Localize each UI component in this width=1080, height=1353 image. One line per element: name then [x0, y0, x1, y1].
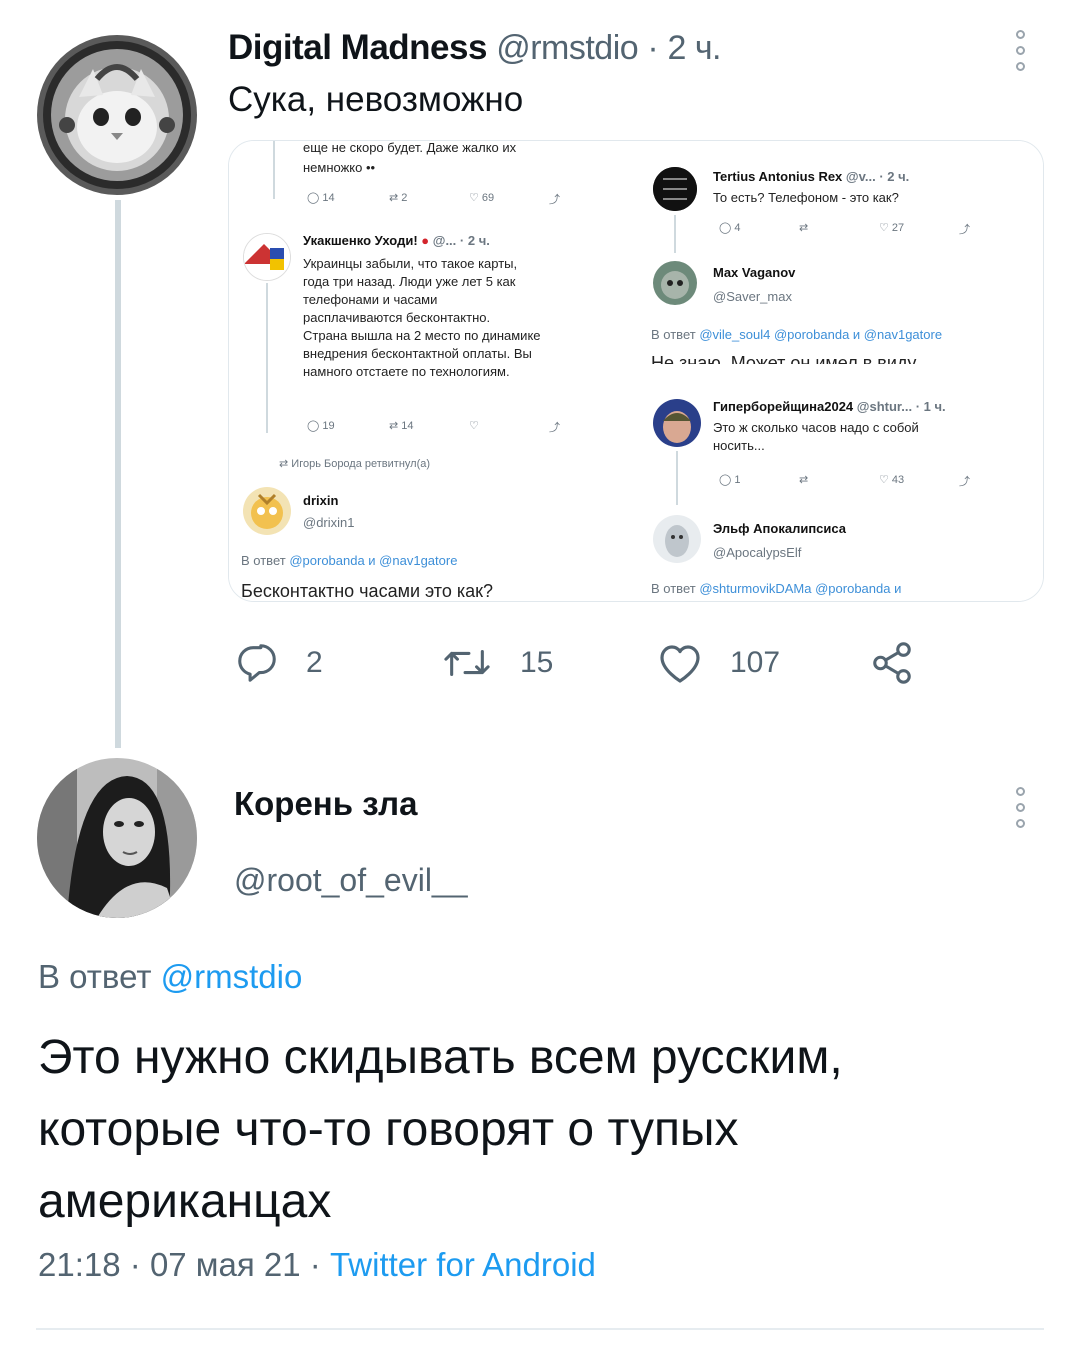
- mini-retweet-icon: ⇄: [799, 474, 809, 486]
- mini-author: Эльф Апокалипсиса: [713, 521, 847, 536]
- mini-tweet-text: еще не скоро будет. Даже жалко их: [303, 141, 517, 155]
- mini-thread-line: [266, 283, 268, 433]
- mini-thread-line: [676, 451, 678, 505]
- mini-retweeted-by: ⇄ Игорь Борода ретвитнул(а): [279, 458, 431, 470]
- mini-tweet-text: Бесконтактно часами это как?: [241, 581, 494, 601]
- tweet2-author-handle[interactable]: @root_of_evil__: [234, 862, 468, 899]
- like-count: 107: [730, 646, 781, 679]
- thread-connector-line: [115, 200, 121, 748]
- tweet-time[interactable]: 2 ч.: [667, 29, 721, 67]
- reply-icon: [238, 644, 276, 682]
- media-image-right-bottom[interactable]: Гиперборейщина2024 @shtur... · 1 ч. Это …: [639, 377, 1043, 601]
- tweet2-text: Это нужно скидывать всем русским, которы…: [38, 1031, 843, 1228]
- reply-button[interactable]: 2: [234, 640, 323, 686]
- mini-thread-line: [674, 215, 676, 253]
- meta-separator: ·: [647, 29, 659, 67]
- mini-reply-icon: ◯ 1: [719, 474, 741, 486]
- avatar-tertius: [653, 167, 697, 211]
- retweet-count: 15: [520, 646, 554, 679]
- avatar-max-vaganov: [653, 261, 697, 305]
- mini-author: Tertius Antonius Rex @v... · 2 ч.: [713, 169, 910, 184]
- media-image-right-top[interactable]: Tertius Antonius Rex @v... · 2 ч. То ест…: [639, 141, 1043, 367]
- mini-reply-to: В ответ @vile_soul4 @porobanda и @nav1ga…: [651, 327, 943, 342]
- mini-tweet-body: Это ж сколько часов надо с собой носить.…: [713, 420, 919, 453]
- mini-reply-icon: ◯ 14: [307, 192, 335, 204]
- mini-like-icon: ♡ 27: [879, 222, 905, 234]
- mini-like-icon: ♡ 69: [469, 192, 495, 204]
- more-vertical-icon[interactable]: [1013, 30, 1027, 78]
- mini-handle: @ApocalypsElf: [713, 545, 802, 560]
- author-handle[interactable]: @rmstdio: [496, 29, 638, 67]
- mini-tweet-text: немножко ••: [303, 160, 376, 175]
- tweet-time: 21:18: [38, 1246, 121, 1283]
- mini-retweet-icon: ⇄ 2: [389, 192, 408, 204]
- mini-reply-to: В ответ @shturmovikDAMa @porobanda и: [651, 581, 902, 596]
- avatar-drixin: [243, 487, 291, 535]
- tweet2-author-name[interactable]: Корень зла: [234, 785, 417, 823]
- portrait-avatar-image: [37, 758, 197, 918]
- mini-share-icon: ⤴: [549, 194, 560, 206]
- tweet1-header: Digital Madness @rmstdio · 2 ч.: [228, 28, 721, 68]
- mini-share-icon: ⤴: [549, 422, 560, 434]
- tweet2-footer: 21:18 · 07 мая 21 · Twitter for Android: [38, 1246, 596, 1284]
- mini-author: Max Vaganov: [713, 265, 796, 280]
- mini-author: drixin: [303, 493, 339, 508]
- reply-context: В ответ @rmstdio: [38, 958, 302, 996]
- meta-separator: ·: [129, 1246, 141, 1283]
- mini-tweet-text: То есть? Телефоном - это как?: [713, 190, 899, 205]
- divider: [36, 1328, 1044, 1330]
- mini-handle: @Saver_max: [713, 289, 792, 304]
- mini-share-icon: ⤴: [959, 476, 970, 488]
- reply-to-link[interactable]: @rmstdio: [161, 958, 303, 995]
- tweet1-media[interactable]: еще не скоро будет. Даже жалко их немнож…: [228, 140, 1044, 602]
- mini-retweet-icon: ⇄ 14: [389, 420, 414, 432]
- cat-astronaut-avatar-image: [37, 35, 197, 195]
- avatar-ukakshenko: [243, 233, 291, 281]
- avatar-koren-zla[interactable]: [37, 758, 197, 918]
- mini-tweet-body: Украинцы забыли, что такое карты, года т…: [303, 256, 541, 379]
- like-button[interactable]: 107: [656, 640, 780, 686]
- mini-reply-to: В ответ @porobanda и @nav1gatore: [241, 553, 458, 568]
- mini-retweet-icon: ⇄: [799, 222, 809, 234]
- author-name[interactable]: Digital Madness: [228, 28, 487, 67]
- avatar-digital-madness[interactable]: [37, 35, 197, 195]
- share-icon: [873, 642, 911, 684]
- avatar-elf-apokalipsisa: [653, 515, 701, 563]
- avatar-giperboreyshchina: [653, 399, 701, 447]
- share-button[interactable]: [868, 640, 942, 686]
- tweet-date: 07 мая 21: [149, 1246, 301, 1283]
- reply-count: 2: [306, 646, 323, 679]
- reply-prefix: В ответ: [38, 958, 152, 995]
- media-image-left[interactable]: еще не скоро будет. Даже жалко их немнож…: [229, 141, 631, 601]
- like-icon: [660, 645, 700, 683]
- more-vertical-icon[interactable]: [1013, 787, 1027, 835]
- mini-author: Гиперборейщина2024 @shtur... · 1 ч.: [713, 399, 946, 414]
- mini-reply-icon: ◯ 4: [719, 222, 741, 234]
- mini-like-icon: ♡ 43: [879, 474, 905, 486]
- meta-separator: ·: [309, 1246, 321, 1283]
- retweet-button[interactable]: 15: [440, 640, 553, 686]
- retweet-icon: [444, 649, 490, 677]
- mini-share-icon: ⤴: [959, 224, 970, 236]
- mini-like-icon: ♡: [469, 420, 479, 432]
- mini-thread-line: [273, 141, 275, 199]
- client-link[interactable]: Twitter for Android: [330, 1246, 596, 1283]
- mini-author: Укакшенко Уходи! ● @... · 2 ч.: [303, 233, 490, 248]
- mini-reply-icon: ◯ 19: [307, 420, 335, 432]
- mini-tweet-text: Не знаю. Может он имел в виду: [651, 353, 917, 367]
- mini-handle: @drixin1: [303, 515, 355, 530]
- tweet1-text: Сука, невозможно: [228, 80, 524, 119]
